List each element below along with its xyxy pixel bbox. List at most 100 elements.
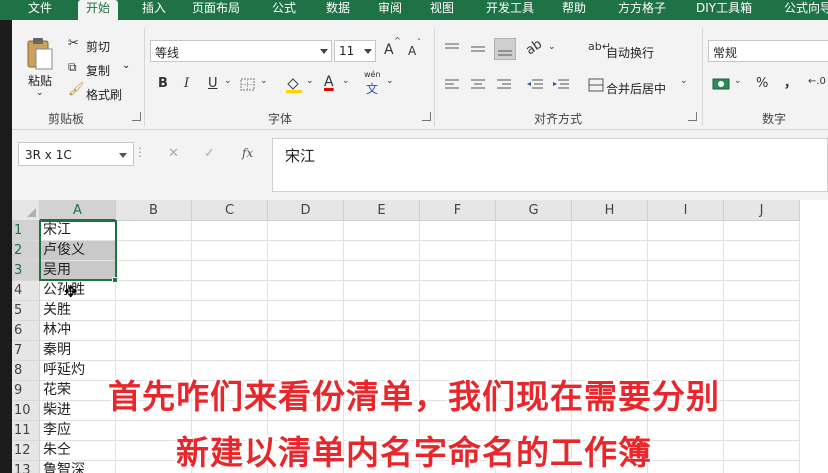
empty-cell[interactable]: [572, 321, 648, 341]
alignment-launcher-icon[interactable]: [688, 112, 697, 121]
empty-cell[interactable]: [724, 281, 800, 301]
tab-formulas[interactable]: 公式: [272, 0, 296, 20]
font-size-select[interactable]: 11: [334, 40, 376, 62]
empty-cell[interactable]: [496, 221, 572, 241]
empty-cell[interactable]: [572, 301, 648, 321]
empty-cell[interactable]: [344, 261, 420, 281]
empty-cell[interactable]: [116, 281, 192, 301]
column-header-f[interactable]: F: [420, 200, 496, 221]
empty-cell[interactable]: [724, 241, 800, 261]
empty-cell[interactable]: [648, 281, 724, 301]
name-cell[interactable]: 宋江: [40, 221, 116, 241]
increase-indent-icon[interactable]: [552, 78, 570, 92]
empty-cell[interactable]: [116, 261, 192, 281]
column-header-d[interactable]: D: [268, 200, 344, 221]
empty-cell[interactable]: [572, 341, 648, 361]
fill-handle[interactable]: [112, 277, 118, 283]
row-header[interactable]: 3: [12, 261, 40, 281]
empty-cell[interactable]: [724, 301, 800, 321]
column-header-c[interactable]: C: [192, 200, 268, 221]
column-header-h[interactable]: H: [572, 200, 648, 221]
currency-format-icon[interactable]: [712, 76, 732, 92]
cut-button[interactable]: 剪切: [86, 38, 110, 55]
tab-home[interactable]: 开始: [78, 0, 119, 20]
font-color-button[interactable]: A: [324, 74, 334, 90]
empty-cell[interactable]: [268, 221, 344, 241]
cancel-icon[interactable]: ✕: [168, 146, 179, 161]
empty-cell[interactable]: [192, 341, 268, 361]
column-header-j[interactable]: J: [724, 200, 800, 221]
empty-cell[interactable]: [116, 321, 192, 341]
name-cell[interactable]: 卢俊义: [40, 241, 116, 261]
empty-cell[interactable]: [268, 241, 344, 261]
name-cell[interactable]: 秦明: [40, 341, 116, 361]
column-header-b[interactable]: B: [116, 200, 192, 221]
empty-cell[interactable]: [724, 261, 800, 281]
empty-cell[interactable]: [496, 321, 572, 341]
empty-cell[interactable]: [496, 301, 572, 321]
empty-cell[interactable]: [572, 261, 648, 281]
empty-cell[interactable]: [268, 301, 344, 321]
empty-cell[interactable]: [344, 321, 420, 341]
empty-cell[interactable]: [192, 321, 268, 341]
phonetic-guide-button[interactable]: 文: [366, 80, 378, 97]
empty-cell[interactable]: [648, 221, 724, 241]
empty-cell[interactable]: [116, 341, 192, 361]
name-cell[interactable]: 林冲: [40, 321, 116, 341]
row-header[interactable]: 4: [12, 281, 40, 301]
empty-cell[interactable]: [420, 301, 496, 321]
formula-input[interactable]: 宋江: [272, 138, 828, 192]
bold-button[interactable]: B: [158, 76, 168, 91]
empty-cell[interactable]: [116, 241, 192, 261]
row-header[interactable]: 1: [12, 221, 40, 241]
number-format-select[interactable]: 常规: [708, 40, 828, 62]
name-cell[interactable]: 公孙胜: [40, 281, 116, 301]
wrap-text-button[interactable]: 自动换行: [606, 44, 654, 61]
column-header-i[interactable]: I: [648, 200, 724, 221]
paste-icon[interactable]: [26, 36, 54, 70]
paste-dropdown-icon[interactable]: ⌄: [36, 88, 44, 98]
align-left-icon[interactable]: [444, 78, 460, 92]
align-right-icon[interactable]: [496, 78, 512, 92]
tab-insert[interactable]: 插入: [142, 0, 166, 20]
empty-cell[interactable]: [496, 241, 572, 261]
empty-cell[interactable]: [116, 301, 192, 321]
align-top-icon[interactable]: [444, 42, 460, 56]
column-header-a[interactable]: A: [40, 200, 116, 221]
phonetic-dropdown-icon[interactable]: ⌄: [386, 76, 394, 86]
underline-dropdown-icon[interactable]: ⌄: [224, 76, 232, 86]
orientation-icon[interactable]: ab: [523, 37, 545, 59]
copy-button[interactable]: 复制: [86, 62, 110, 79]
empty-cell[interactable]: [648, 301, 724, 321]
empty-cell[interactable]: [648, 241, 724, 261]
empty-cell[interactable]: [116, 221, 192, 241]
merge-dropdown-icon[interactable]: ⌄: [680, 76, 688, 86]
tab-view[interactable]: 视图: [430, 0, 454, 20]
empty-cell[interactable]: [192, 281, 268, 301]
clipboard-launcher-icon[interactable]: [132, 112, 141, 121]
empty-cell[interactable]: [192, 221, 268, 241]
copy-dropdown-icon[interactable]: ⌄: [122, 60, 130, 71]
borders-icon[interactable]: [240, 78, 256, 92]
tab-page-layout[interactable]: 页面布局: [192, 0, 240, 20]
fill-color-icon[interactable]: [284, 76, 304, 94]
select-all-button[interactable]: [12, 200, 40, 221]
decrease-indent-icon[interactable]: [526, 78, 544, 92]
merge-center-button[interactable]: 合并后居中: [606, 80, 666, 97]
empty-cell[interactable]: [420, 341, 496, 361]
empty-cell[interactable]: [648, 261, 724, 281]
empty-cell[interactable]: [572, 221, 648, 241]
empty-cell[interactable]: [192, 261, 268, 281]
empty-cell[interactable]: [344, 301, 420, 321]
empty-cell[interactable]: [420, 241, 496, 261]
empty-cell[interactable]: [496, 261, 572, 281]
orientation-dropdown-icon[interactable]: ⌄: [548, 42, 556, 52]
column-header-g[interactable]: G: [496, 200, 572, 221]
align-middle-icon[interactable]: [470, 42, 486, 56]
tab-file[interactable]: 文件: [28, 0, 52, 20]
shrink-font-button[interactable]: A: [408, 44, 416, 58]
empty-cell[interactable]: [648, 321, 724, 341]
empty-cell[interactable]: [192, 301, 268, 321]
name-cell[interactable]: 关胜: [40, 301, 116, 321]
empty-cell[interactable]: [268, 321, 344, 341]
